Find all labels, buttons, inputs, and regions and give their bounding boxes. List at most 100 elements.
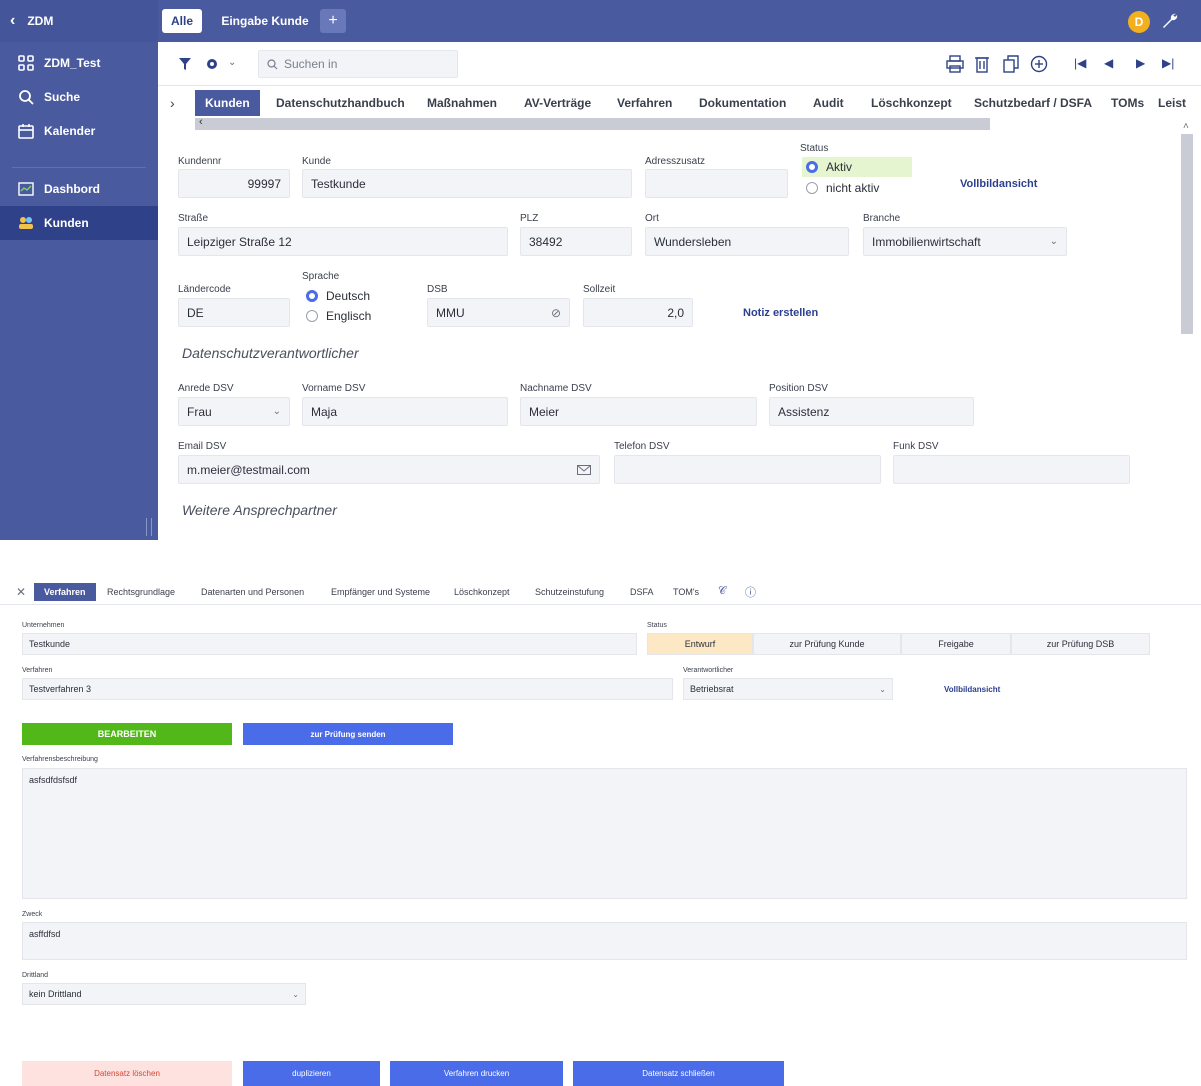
duplicate-button[interactable]: duplizieren bbox=[243, 1061, 380, 1086]
laendercode-field[interactable]: DE bbox=[178, 298, 290, 327]
plz-field[interactable]: 38492 bbox=[520, 227, 632, 256]
tab-dokumentation[interactable]: Dokumentation bbox=[699, 90, 786, 116]
step-label: Entwurf bbox=[684, 639, 716, 649]
wrench-icon[interactable] bbox=[1161, 12, 1179, 30]
sprache-deutsch-radio[interactable]: Deutsch bbox=[306, 289, 370, 303]
status-step-freigabe[interactable]: Freigabe bbox=[901, 633, 1011, 655]
delete-record-button[interactable]: Datensatz löschen bbox=[22, 1061, 232, 1086]
sidebar-item-kalender[interactable]: Kalender bbox=[0, 114, 158, 148]
fullscreen-link[interactable]: Vollbildansicht bbox=[960, 178, 1037, 190]
tab-rechtsgrundlage[interactable]: Rechtsgrundlage bbox=[107, 583, 175, 601]
email-field[interactable]: m.meier@testmail.com bbox=[178, 455, 600, 484]
tab-toms[interactable]: TOMs bbox=[1111, 90, 1144, 116]
customer-window: ‹ ZDM ZDM_Test Suche Kalender Dashbord K… bbox=[0, 0, 1201, 540]
tab-verfahren[interactable]: Verfahren bbox=[617, 90, 672, 116]
tab-loeschkonzept[interactable]: Löschkonzept bbox=[871, 90, 952, 116]
status-label: Status bbox=[800, 143, 829, 154]
search-input[interactable]: Suchen in bbox=[258, 50, 458, 78]
copy-icon[interactable] bbox=[1003, 55, 1019, 73]
strasse-field[interactable]: Leipziger Straße 12 bbox=[178, 227, 508, 256]
tab-toms[interactable]: TOM's bbox=[673, 583, 699, 601]
fullscreen-link[interactable]: Vollbildansicht bbox=[944, 685, 1000, 694]
adresszusatz-field[interactable] bbox=[645, 169, 788, 198]
scroll-left-icon[interactable]: ‹ bbox=[199, 116, 203, 128]
first-record-icon[interactable]: |◀ bbox=[1074, 56, 1086, 70]
previous-record-icon[interactable]: ◀ bbox=[1104, 56, 1113, 70]
sprache-englisch-radio[interactable]: Englisch bbox=[306, 309, 371, 323]
funk-field[interactable] bbox=[893, 455, 1130, 484]
sidebar: ‹ ZDM ZDM_Test Suche Kalender Dashbord K… bbox=[0, 0, 158, 540]
tab-schutzbedarf-dsfa[interactable]: Schutzbedarf / DSFA bbox=[974, 90, 1092, 116]
filter-icon[interactable] bbox=[178, 57, 192, 71]
gear-icon[interactable] bbox=[205, 57, 219, 71]
sidebar-item-dashbord[interactable]: Dashbord bbox=[0, 172, 158, 206]
status-step-pruefung-kunde[interactable]: zur Prüfung Kunde bbox=[753, 633, 901, 655]
sidebar-item-suche[interactable]: Suche bbox=[0, 80, 158, 114]
anrede-select[interactable]: Frau ⌄ bbox=[178, 397, 290, 426]
resize-handle[interactable] bbox=[146, 518, 152, 536]
branche-select[interactable]: Immobilienwirtschaft ⌄ bbox=[863, 227, 1067, 256]
tab-datenschutzhandbuch[interactable]: Datenschutzhandbuch bbox=[276, 90, 405, 116]
tab-alle[interactable]: Alle bbox=[162, 9, 202, 33]
kunde-field[interactable]: Testkunde bbox=[302, 169, 632, 198]
close-record-button[interactable]: Datensatz schließen bbox=[573, 1061, 784, 1086]
telefon-field[interactable] bbox=[614, 455, 881, 484]
chevron-right-icon[interactable]: › bbox=[170, 95, 175, 111]
horizontal-scrollbar[interactable] bbox=[195, 118, 990, 130]
tab-leist[interactable]: Leist bbox=[1158, 90, 1186, 116]
avatar[interactable]: D bbox=[1128, 11, 1150, 33]
tab-datenarten[interactable]: Datenarten und Personen bbox=[201, 583, 304, 601]
vorname-field[interactable]: Maja bbox=[302, 397, 508, 426]
chevron-down-icon[interactable]: ⌄ bbox=[228, 57, 236, 68]
mail-icon[interactable] bbox=[577, 464, 591, 475]
link-icon[interactable]: ⊘ bbox=[551, 306, 561, 320]
add-circle-icon[interactable] bbox=[1030, 55, 1048, 73]
tab-empfaenger[interactable]: Empfänger und Systeme bbox=[331, 583, 430, 601]
beschreibung-textarea[interactable]: asfsdfdsfsdf bbox=[22, 768, 1187, 899]
send-review-button[interactable]: zur Prüfung senden bbox=[243, 723, 453, 745]
tab-eingabe-kunde[interactable]: Eingabe Kunde bbox=[212, 9, 318, 33]
verfahren-field[interactable]: Testverfahren 3 bbox=[22, 678, 673, 700]
tab-loeschkonzept[interactable]: Löschkonzept bbox=[454, 583, 510, 601]
status-active-radio[interactable]: Aktiv bbox=[802, 157, 912, 177]
avatar-initial: D bbox=[1134, 15, 1144, 29]
status-inactive-radio[interactable]: nicht aktiv bbox=[806, 181, 879, 195]
tab-av-vertraege[interactable]: AV-Verträge bbox=[524, 90, 591, 116]
close-icon[interactable]: ✕ bbox=[16, 585, 26, 599]
tab-audit[interactable]: Audit bbox=[813, 90, 844, 116]
unternehmen-field[interactable]: Testkunde bbox=[22, 633, 637, 655]
edit-button[interactable]: BEARBEITEN bbox=[22, 723, 232, 745]
status-step-pruefung-dsb[interactable]: zur Prüfung DSB bbox=[1011, 633, 1150, 655]
create-note-link[interactable]: Notiz erstellen bbox=[743, 307, 818, 319]
nachname-field[interactable]: Meier bbox=[520, 397, 757, 426]
dsb-field[interactable]: MMU ⊘ bbox=[427, 298, 570, 327]
tab-dsfa[interactable]: DSFA bbox=[630, 583, 654, 601]
next-record-icon[interactable]: ▶ bbox=[1136, 56, 1145, 70]
vertical-scrollbar[interactable] bbox=[1181, 134, 1193, 334]
status-step-entwurf[interactable]: Entwurf bbox=[647, 633, 753, 655]
info-icon[interactable]: ⓘ bbox=[745, 584, 756, 600]
chevron-left-icon[interactable]: ‹ bbox=[10, 12, 15, 30]
adresszusatz-label: Adresszusatz bbox=[645, 156, 706, 167]
verantwortlicher-select[interactable]: Betriebsrat ⌄ bbox=[683, 678, 893, 700]
sidebar-header[interactable]: ‹ ZDM bbox=[0, 0, 158, 42]
trash-icon[interactable] bbox=[974, 55, 990, 73]
tab-schutzeinstufung[interactable]: Schutzeinstufung bbox=[535, 583, 604, 601]
print-icon[interactable] bbox=[946, 55, 964, 73]
print-procedure-button[interactable]: Verfahren drucken bbox=[390, 1061, 563, 1086]
sidebar-item-zdm-test[interactable]: ZDM_Test bbox=[0, 46, 158, 80]
scroll-up-icon[interactable]: ˄ bbox=[1183, 121, 1189, 132]
position-field[interactable]: Assistenz bbox=[769, 397, 974, 426]
ort-field[interactable]: Wundersleben bbox=[645, 227, 849, 256]
drittland-select[interactable]: kein Drittland ⌄ bbox=[22, 983, 306, 1005]
sidebar-item-kunden[interactable]: Kunden bbox=[0, 206, 158, 240]
tab-verfahren[interactable]: Verfahren bbox=[34, 583, 96, 601]
zweck-textarea[interactable]: asffdfsd bbox=[22, 922, 1187, 960]
kundennr-field[interactable]: 99997 bbox=[178, 169, 290, 198]
add-tab-button[interactable]: + bbox=[320, 9, 346, 33]
sollzeit-field[interactable]: 2,0 bbox=[583, 298, 693, 327]
tab-massnahmen[interactable]: Maßnahmen bbox=[427, 90, 497, 116]
tab-kunden[interactable]: Kunden bbox=[195, 90, 260, 116]
last-record-icon[interactable]: ▶| bbox=[1162, 56, 1174, 70]
attachment-icon[interactable]: 𝒞 bbox=[718, 585, 726, 598]
